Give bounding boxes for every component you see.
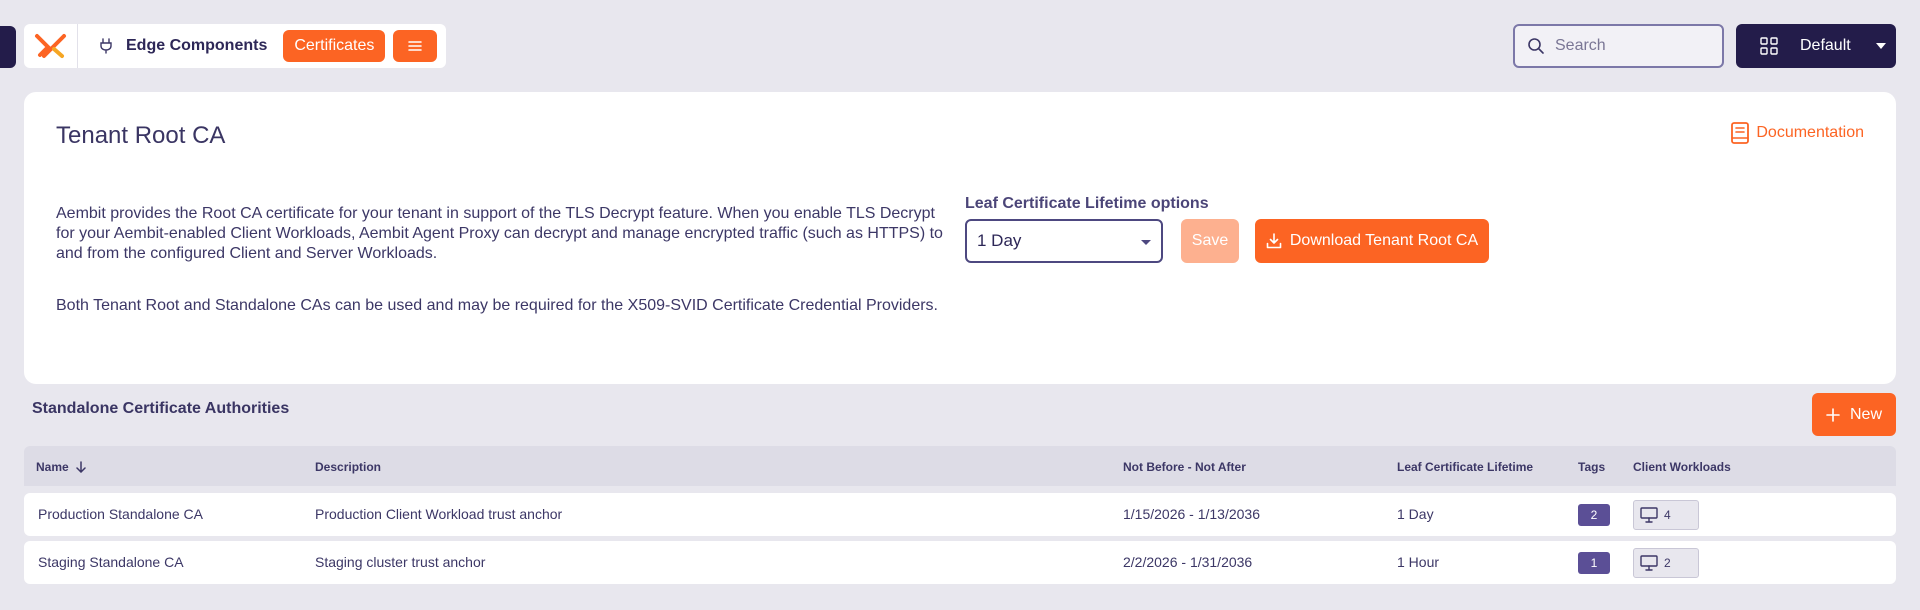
tags-count-badge[interactable]: 2 <box>1578 504 1610 526</box>
download-icon <box>1266 233 1282 249</box>
column-validity[interactable]: Not Before - Not After <box>1123 460 1246 474</box>
client-workloads-count: 2 <box>1664 556 1671 570</box>
grid-icon <box>1760 37 1778 55</box>
ca-name: Production Standalone CA <box>38 506 203 522</box>
top-navigation: Edge Components Certificates <box>24 24 446 68</box>
certificates-tab-button[interactable]: Certificates <box>283 30 386 62</box>
column-description[interactable]: Description <box>315 460 381 474</box>
ca-lifetime: 1 Day <box>1397 506 1434 522</box>
column-lifetime[interactable]: Leaf Certificate Lifetime <box>1397 460 1533 474</box>
new-ca-button[interactable]: New <box>1812 393 1896 436</box>
table-row[interactable]: Production Standalone CA Production Clie… <box>24 493 1896 536</box>
save-button[interactable]: Save <box>1181 219 1239 263</box>
breadcrumb: Edge Components <box>78 37 283 55</box>
tenant-root-ca-card: Tenant Root CA Documentation Aembit prov… <box>24 92 1896 384</box>
column-name[interactable]: Name <box>36 460 87 474</box>
client-workloads-badge[interactable]: 4 <box>1633 500 1699 530</box>
tags-count-badge[interactable]: 1 <box>1578 552 1610 574</box>
side-panel-toggle[interactable] <box>0 26 16 68</box>
global-search[interactable] <box>1513 24 1724 68</box>
search-input[interactable] <box>1555 37 1705 55</box>
breadcrumb-edge-components[interactable]: Edge Components <box>126 37 267 55</box>
column-client-workloads[interactable]: Client Workloads <box>1633 460 1731 474</box>
column-tags[interactable]: Tags <box>1578 460 1605 474</box>
documentation-label: Documentation <box>1756 124 1864 141</box>
arrow-down-icon <box>75 461 86 473</box>
client-workloads-count: 4 <box>1664 508 1671 522</box>
ca-usage-note: Both Tenant Root and Standalone CAs can … <box>56 297 938 314</box>
download-label: Download Tenant Root CA <box>1289 232 1479 249</box>
logo-mark-icon <box>34 34 66 58</box>
ca-validity: 1/15/2026 - 1/13/2036 <box>1123 506 1261 522</box>
monitor-icon <box>1640 555 1658 571</box>
ca-name: Staging Standalone CA <box>38 554 184 570</box>
download-root-ca-button[interactable]: Download Tenant Root CA <box>1255 219 1489 263</box>
ca-lifetime: 1 Hour <box>1397 554 1440 570</box>
lifetime-options-label: Leaf Certificate Lifetime options <box>965 195 1209 212</box>
workspace-dropdown[interactable]: Default <box>1736 24 1896 68</box>
client-workloads-badge[interactable]: 2 <box>1633 548 1699 578</box>
lifetime-select[interactable]: 1 Day <box>965 219 1163 263</box>
workspace-label: Default <box>1800 37 1851 54</box>
monitor-icon <box>1640 507 1658 523</box>
page-title: Tenant Root CA <box>56 122 226 149</box>
root-ca-description: Aembit provides the Root CA certificate … <box>56 205 943 262</box>
aembit-logo[interactable] <box>24 24 78 68</box>
hamburger-menu-button[interactable] <box>393 30 438 62</box>
column-name-label: Name <box>36 460 69 474</box>
chevron-down-icon <box>1141 240 1151 245</box>
ca-validity: 2/2/2026 - 1/31/2036 <box>1123 554 1253 570</box>
new-label: New <box>1849 405 1882 423</box>
book-icon <box>1731 122 1750 144</box>
ca-description: Production Client Workload trust anchor <box>315 506 563 522</box>
standalone-ca-heading: Standalone Certificate Authorities <box>32 400 290 417</box>
documentation-link[interactable]: Documentation <box>1730 122 1864 144</box>
table-row[interactable]: Staging Standalone CA Staging cluster tr… <box>24 541 1896 584</box>
plus-icon <box>1826 407 1840 422</box>
lifetime-selected-value: 1 Day <box>977 231 1022 250</box>
search-icon <box>1528 38 1544 54</box>
chevron-down-icon <box>1876 43 1886 49</box>
ca-description: Staging cluster trust anchor <box>315 554 486 570</box>
table-header: Name Description Not Before - Not After … <box>24 446 1896 486</box>
plug-icon <box>100 38 112 54</box>
hamburger-icon <box>408 41 423 51</box>
